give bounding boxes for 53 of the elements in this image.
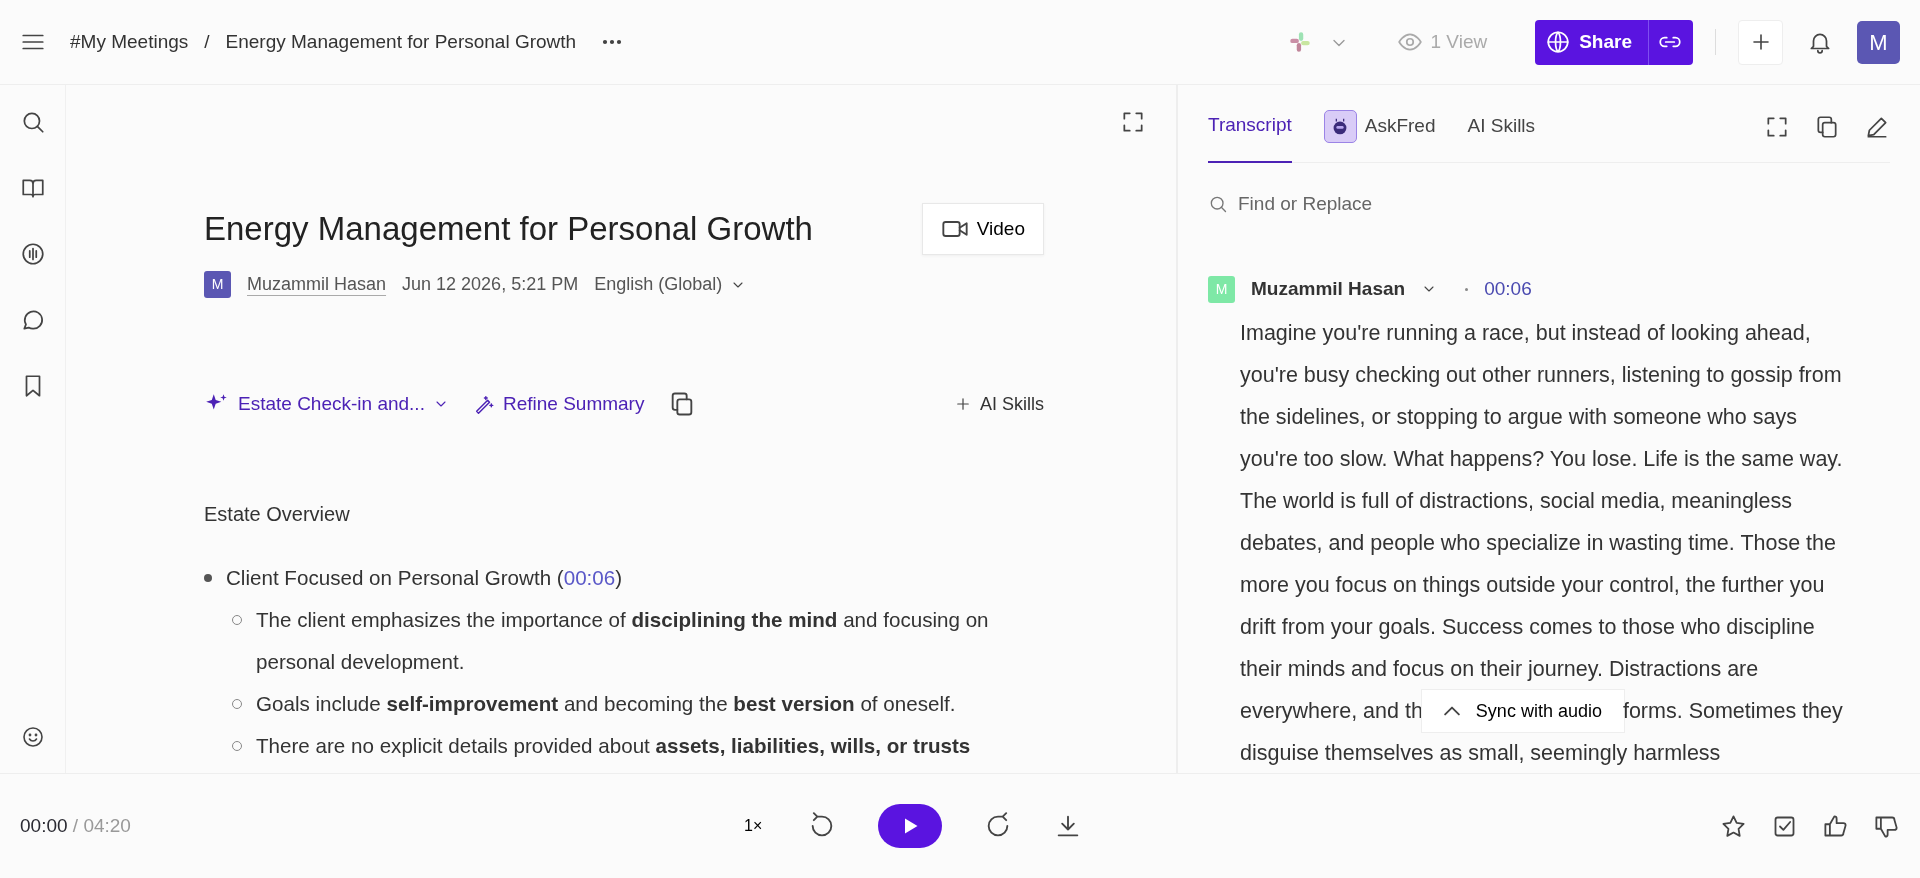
summary-point: The client emphasizes the importance of disciplining the mind and focusing on personal development.	[256, 606, 990, 675]
section-heading: Estate Overview	[204, 501, 351, 527]
share-button[interactable]: Share	[1535, 19, 1693, 65]
panel-tab[interactable]: AI Skills	[1467, 90, 1536, 163]
transcript-text: their minds and focus on their journey. Distractions are	[1240, 655, 1760, 683]
breadcrumb-separator: /	[204, 29, 210, 54]
breadcrumb-link[interactable]: #My Meetings	[70, 27, 189, 57]
transcript-text: you're busy checking out other runners, listening to gossip from	[1240, 361, 1843, 389]
user-avatar[interactable]: M	[1857, 20, 1900, 64]
smile-icon[interactable]	[20, 725, 45, 749]
fullscreen-icon[interactable]	[1120, 109, 1146, 135]
ai-skills-button[interactable]: AI Skills	[954, 390, 1044, 418]
bullet-dot	[204, 573, 212, 582]
meeting-title: Energy Management for Personal Growth	[204, 209, 813, 249]
globe-icon	[1545, 29, 1572, 55]
transcript-text: more you focus on things outside your control, the further you	[1240, 571, 1826, 599]
transcript-text: drift from your goals. Success comes to those who discipline	[1240, 613, 1816, 641]
current-time: 00:00	[20, 814, 68, 836]
duration: / 04:20	[72, 814, 131, 836]
search-icon	[1208, 194, 1228, 214]
author-link[interactable]: Muzammil Hasan	[247, 271, 387, 298]
play-button[interactable]	[878, 804, 943, 848]
panel-tab[interactable]: Transcript	[1208, 90, 1292, 163]
video-button[interactable]: Video	[921, 203, 1044, 255]
refine-summary-button[interactable]: Refine Summary	[472, 390, 645, 419]
audio-wave-icon[interactable]	[19, 241, 46, 267]
find-replace-field[interactable]: Find or Replace	[1236, 188, 1485, 220]
template-dropdown[interactable]: Estate Check-in and...	[204, 390, 449, 419]
view-count: 1 View	[1430, 29, 1488, 54]
timestamp-link[interactable]: 00:06	[563, 565, 616, 589]
transcript-text: the sidelines, or stopping to argue with someone who says	[1240, 403, 1798, 431]
breadcrumb-link[interactable]: Energy Management for Personal Growth	[225, 27, 577, 57]
caret-up-icon	[1443, 705, 1460, 716]
meeting-date: Jun 12 2026, 5:21 PM	[402, 273, 579, 296]
transcript-text: you're too slow. What happens? You lose. Life is the same way.	[1240, 445, 1844, 473]
transcript-text: The world is full of distractions, social media, meaningless	[1240, 487, 1794, 515]
language-dropdown[interactable]: English (Global)	[594, 271, 747, 298]
summary-bullet: Client Focused on Personal Growth (00:06)	[226, 564, 623, 591]
transcript-text: forms. Sometimes they	[1622, 697, 1843, 725]
summary-point: Goals include self-improvement and becoming the best version of oneself.	[256, 690, 956, 717]
add-button[interactable]	[1738, 19, 1783, 65]
copy-icon[interactable]	[1814, 113, 1840, 140]
timestamp-link[interactable]: 00:06	[1484, 275, 1532, 304]
star-icon[interactable]	[1720, 812, 1747, 840]
transcript-text: Imagine you're running a race, but instead of looking ahead,	[1240, 319, 1812, 347]
speed-button[interactable]: 1×	[740, 810, 767, 842]
transcript-text: debates, and people who specialize in wasting time. Those the	[1240, 529, 1837, 557]
speaker-name: Muzammil Hasan	[1251, 277, 1406, 301]
speaker-avatar: M	[1208, 275, 1235, 303]
summary-point: There are no explicit details provided about assets, liabilities, wills, or trusts	[256, 732, 971, 759]
transcript-text: disguise themselves as small, seemingly harmless	[1240, 739, 1722, 767]
panel-tab[interactable]: AskFred	[1323, 90, 1436, 163]
author-avatar: M	[204, 271, 231, 298]
